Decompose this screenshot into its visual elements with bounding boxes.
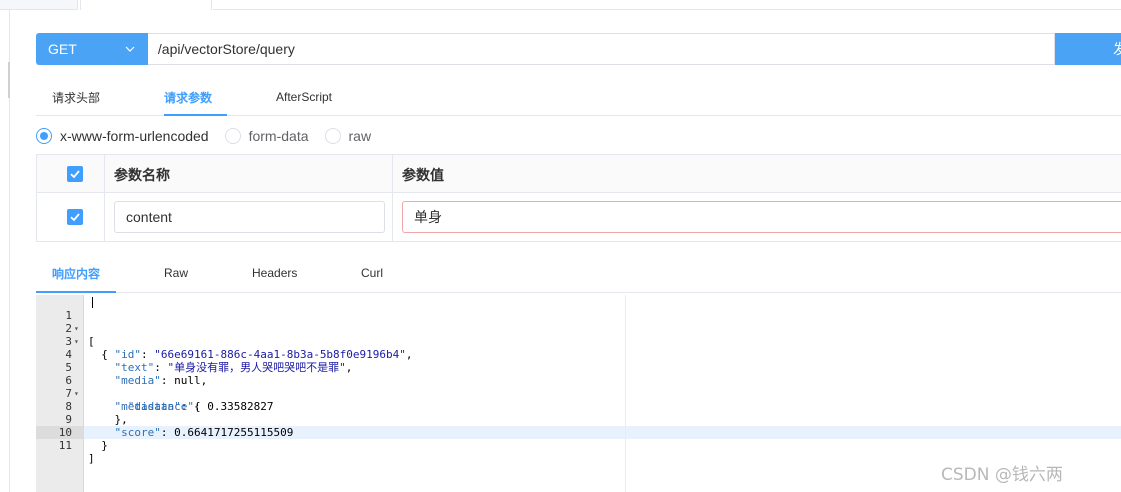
send-button[interactable]: 发 <box>1055 33 1121 65</box>
radio-unchecked-icon <box>324 128 341 144</box>
method-select[interactable]: GET <box>36 33 148 65</box>
code-line: 1 ▾ [ <box>36 296 1121 348</box>
tab-response-headers[interactable]: Headers <box>252 254 297 292</box>
radio-checked-icon <box>36 128 52 144</box>
url-value: /api/vectorStore/query <box>157 41 295 57</box>
tab-response-content[interactable]: 响应内容 <box>52 254 100 292</box>
select-all-checkbox[interactable] <box>67 166 83 182</box>
param-value-input[interactable]: 单身 <box>402 201 1121 233</box>
params-table: 参数名称 参数值 content 单身 <box>36 154 1121 242</box>
table-row: content 单身 <box>37 193 1121 241</box>
check-icon <box>70 213 80 222</box>
top-tab-previous[interactable] <box>0 0 78 10</box>
top-tab-current[interactable] <box>80 0 212 10</box>
code-text: } <box>88 439 108 452</box>
code-line: 7 "distance": 0.33582827 <box>36 374 1121 413</box>
radio-label: x-www-form-urlencoded <box>60 128 209 144</box>
code-line: 3 "id": "66e69161-886c-4aa1-8b3a-5b8f0e9… <box>36 322 1121 361</box>
tab-request-params[interactable]: 请求参数 <box>164 78 212 116</box>
left-panel-marker <box>8 62 10 98</box>
radio-label: form-data <box>248 128 309 144</box>
active-tab-indicator <box>36 291 116 293</box>
column-header-value: 参数值 <box>402 168 444 184</box>
tab-response-curl[interactable]: Curl <box>361 254 383 292</box>
top-tab-divider <box>213 9 1121 10</box>
code-line: 9 "score": 0.6641717255115509 <box>36 400 1121 439</box>
code-line: 2 ▾ { <box>36 309 1121 361</box>
radio-unchecked-icon <box>224 128 241 144</box>
params-table-header: 参数名称 参数值 <box>37 155 1121 193</box>
send-button-label: 发 <box>1113 42 1121 58</box>
code-line: 4 "text": "单身没有罪，男人哭吧哭吧不是罪", <box>36 335 1121 374</box>
code-line: 6 ▾ "metadata": { <box>36 361 1121 413</box>
tab-request-headers[interactable]: 请求头部 <box>52 78 100 116</box>
column-divider <box>104 155 105 241</box>
radio-raw[interactable]: raw <box>324 128 372 144</box>
column-divider <box>392 155 393 241</box>
method-label: GET <box>48 41 77 57</box>
code-line: 8 }, <box>36 387 1121 426</box>
row-checkbox[interactable] <box>67 209 83 225</box>
column-header-name: 参数名称 <box>114 168 170 184</box>
radio-x-www-form-urlencoded[interactable]: x-www-form-urlencoded <box>36 128 209 144</box>
request-url-bar: GET /api/vectorStore/query 发 <box>36 33 1121 65</box>
check-icon <box>70 170 80 179</box>
radio-form-data[interactable]: form-data <box>224 128 309 144</box>
request-tabs: 请求头部 请求参数 AfterScript <box>36 78 1121 116</box>
chevron-down-icon <box>125 46 135 52</box>
code-line: 5 "media": null, <box>36 348 1121 387</box>
param-name-value: content <box>126 209 172 225</box>
line-number: 11 <box>58 439 72 452</box>
code-line: 11 ] <box>36 426 1121 465</box>
response-tabs: 响应内容 Raw Headers Curl <box>36 254 1121 293</box>
active-tab-indicator <box>164 114 227 116</box>
radio-label: raw <box>348 128 372 144</box>
watermark: CSDN @钱六两 <box>941 465 1063 485</box>
code-text: ] <box>88 452 95 465</box>
url-input[interactable]: /api/vectorStore/query <box>147 33 1056 65</box>
body-type-radio-group: x-www-form-urlencoded form-data raw <box>36 126 387 146</box>
code-line: 10 } <box>36 413 1121 452</box>
tab-afterscript[interactable]: AfterScript <box>276 78 332 116</box>
param-name-input[interactable]: content <box>114 201 385 233</box>
tab-response-raw[interactable]: Raw <box>164 254 188 292</box>
text-cursor <box>92 297 93 308</box>
top-tab-bar <box>0 0 1121 10</box>
param-value-value: 单身 <box>414 209 442 225</box>
